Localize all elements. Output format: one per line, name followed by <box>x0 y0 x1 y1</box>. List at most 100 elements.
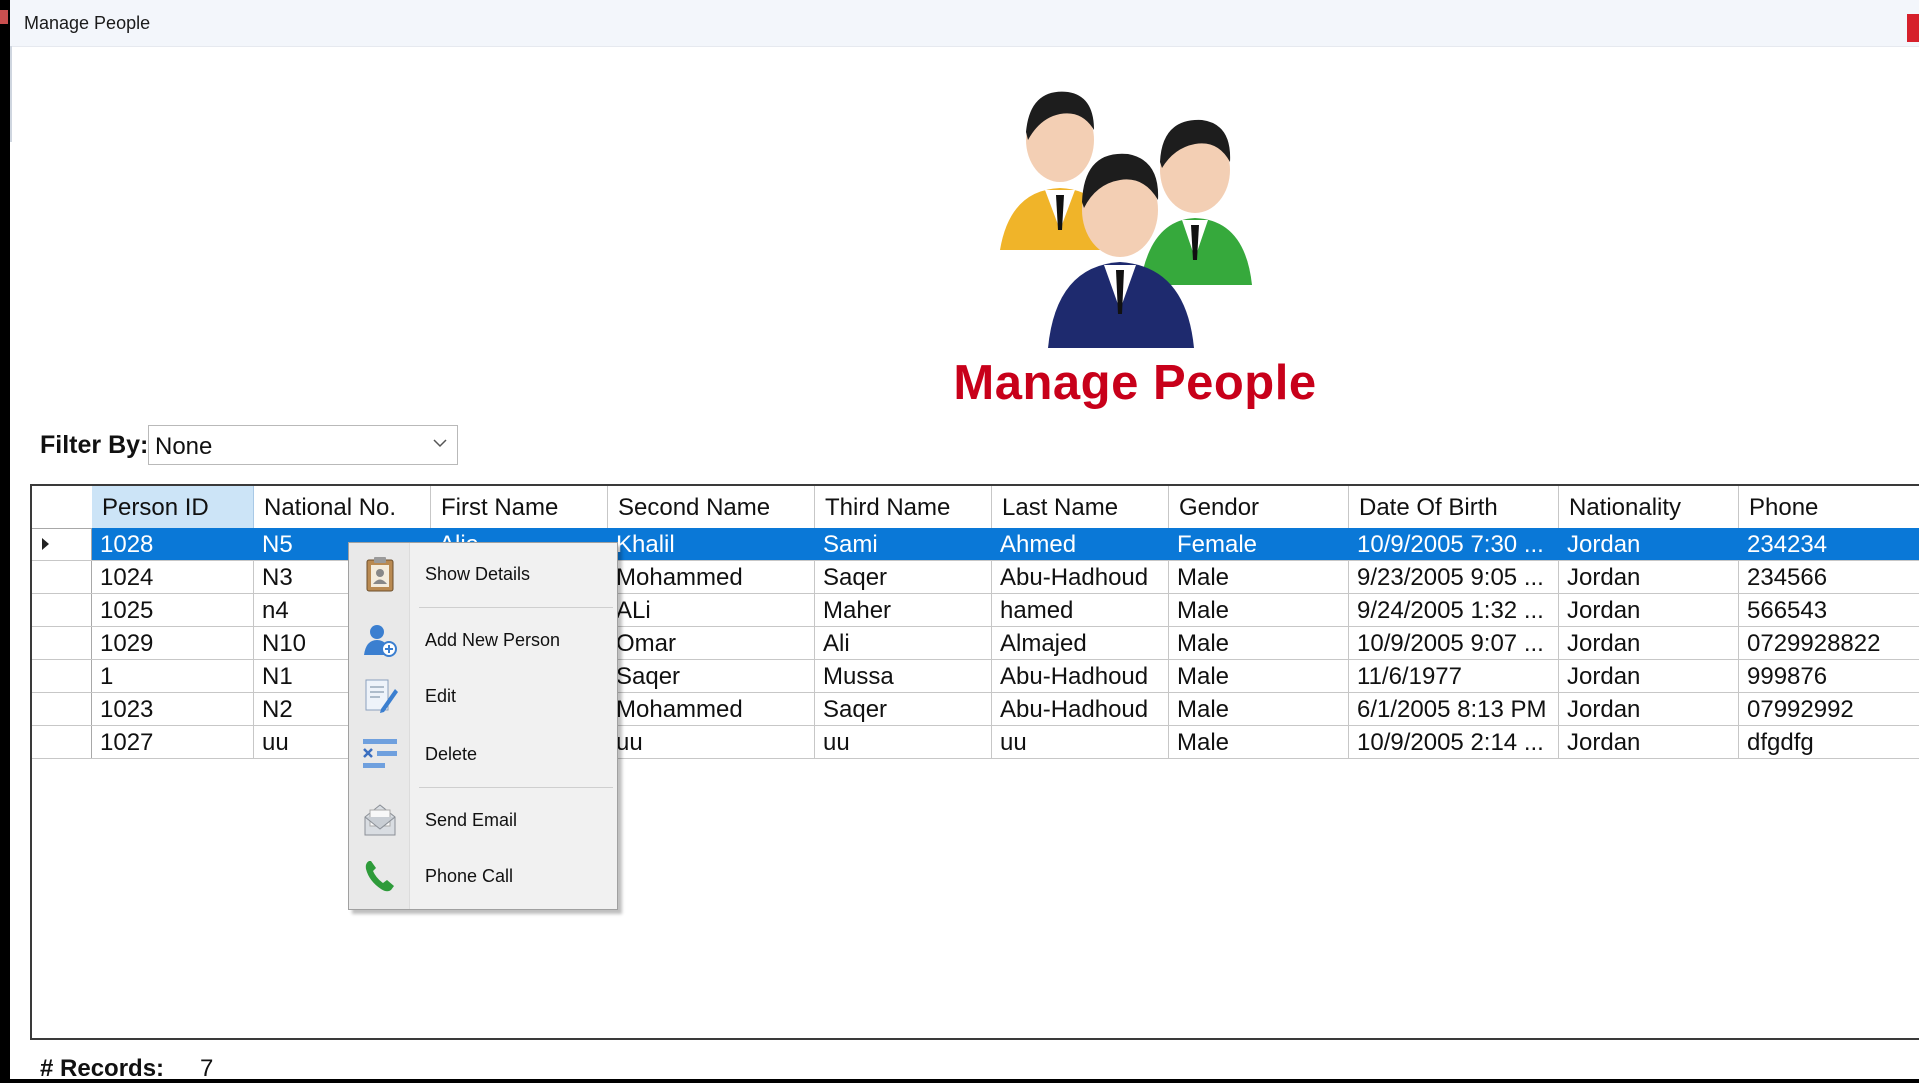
close-button[interactable] <box>1907 14 1919 42</box>
cell-nationality[interactable]: Jordan <box>1559 627 1739 659</box>
cell-second-name[interactable]: Mohammed <box>608 561 815 593</box>
cell-second-name[interactable]: Khalil <box>608 528 815 560</box>
filter-dropdown[interactable]: None <box>148 425 458 465</box>
row-header[interactable] <box>32 726 92 758</box>
cell-date-of-birth[interactable]: 11/6/1977 <box>1349 660 1559 692</box>
window-edge <box>10 46 12 142</box>
col-second-name[interactable]: Second Name <box>608 486 815 528</box>
cell-last-name[interactable]: Abu-Hadhoud <box>992 660 1169 692</box>
cell-second-name[interactable]: uu <box>608 726 815 758</box>
menu-item-show-details[interactable]: Show Details <box>349 549 617 599</box>
col-third-name[interactable]: Third Name <box>815 486 992 528</box>
cell-last-name[interactable]: uu <box>992 726 1169 758</box>
cell-person-id[interactable]: 1025 <box>92 594 254 626</box>
cell-phone[interactable]: 999876 <box>1739 660 1919 692</box>
cell-second-name[interactable]: Mohammed <box>608 693 815 725</box>
cell-third-name[interactable]: Ali <box>815 627 992 659</box>
cell-third-name[interactable]: Saqer <box>815 693 992 725</box>
cell-last-name[interactable]: Abu-Hadhoud <box>992 561 1169 593</box>
window-title: Manage People <box>24 13 151 33</box>
cell-third-name[interactable]: Sami <box>815 528 992 560</box>
cell-gendor[interactable]: Male <box>1169 660 1349 692</box>
people-grid[interactable]: Person ID National No. First Name Second… <box>30 484 1919 1040</box>
edit-document-icon <box>365 679 398 713</box>
cell-date-of-birth[interactable]: 9/23/2005 9:05 ... <box>1349 561 1559 593</box>
cell-last-name[interactable]: Almajed <box>992 627 1169 659</box>
cell-person-id[interactable]: 1028 <box>92 528 254 560</box>
cell-phone[interactable]: 0729928822 <box>1739 627 1919 659</box>
table-row[interactable]: 1 N1 Saqer Mussa Abu-Hadhoud Male 11/6/1977 Jor… <box>32 660 1919 693</box>
current-row-arrow-icon <box>42 538 49 550</box>
cell-nationality[interactable]: Jordan <box>1559 528 1739 560</box>
filter-label: Filter By: <box>40 431 149 459</box>
menu-item-edit[interactable]: Edit <box>349 671 617 721</box>
cell-second-name[interactable]: Omar <box>608 627 815 659</box>
cell-second-name[interactable]: Saqer <box>608 660 815 692</box>
cell-last-name[interactable]: Ahmed <box>992 528 1169 560</box>
cell-gendor[interactable]: Male <box>1169 594 1349 626</box>
cell-phone[interactable]: dfgdfg <box>1739 726 1919 758</box>
cell-gendor[interactable]: Male <box>1169 561 1349 593</box>
col-last-name[interactable]: Last Name <box>992 486 1169 528</box>
row-header[interactable] <box>32 627 92 659</box>
table-row[interactable]: 1025 n4 ALi Maher hamed Male 9/24/2005 1:32 ..… <box>32 594 1919 627</box>
cell-nationality[interactable]: Jordan <box>1559 660 1739 692</box>
row-header[interactable] <box>32 528 92 560</box>
cell-third-name[interactable]: Saqer <box>815 561 992 593</box>
cell-nationality[interactable]: Jordan <box>1559 693 1739 725</box>
cell-phone[interactable]: 07992992 <box>1739 693 1919 725</box>
cell-phone[interactable]: 566543 <box>1739 594 1919 626</box>
table-row[interactable]: 1029 N10 Omar Ali Almajed Male 10/9/2005 9:07 … <box>32 627 1919 660</box>
col-person-id[interactable]: Person ID <box>92 486 254 528</box>
cell-date-of-birth[interactable]: 10/9/2005 9:07 ... <box>1349 627 1559 659</box>
cell-third-name[interactable]: uu <box>815 726 992 758</box>
menu-item-delete[interactable]: Delete <box>349 729 617 779</box>
menu-item-add-new-person[interactable]: Add New Person <box>349 615 617 665</box>
row-header[interactable] <box>32 693 92 725</box>
cell-date-of-birth[interactable]: 10/9/2005 7:30 ... <box>1349 528 1559 560</box>
delete-icon <box>363 739 397 768</box>
cell-gendor[interactable]: Male <box>1169 726 1349 758</box>
row-header[interactable] <box>32 594 92 626</box>
row-header[interactable] <box>32 561 92 593</box>
cell-nationality[interactable]: Jordan <box>1559 594 1739 626</box>
col-nationality[interactable]: Nationality <box>1559 486 1739 528</box>
menu-item-phone-call[interactable]: Phone Call <box>349 851 617 901</box>
people-group-icon <box>1000 91 1252 348</box>
col-first-name[interactable]: First Name <box>431 486 608 528</box>
col-phone[interactable]: Phone <box>1739 486 1919 528</box>
cell-gendor[interactable]: Female <box>1169 528 1349 560</box>
title-bar[interactable]: Manage People <box>10 0 1919 47</box>
cell-second-name[interactable]: ALi <box>608 594 815 626</box>
cell-phone[interactable]: 234566 <box>1739 561 1919 593</box>
cell-nationality[interactable]: Jordan <box>1559 726 1739 758</box>
cell-gendor[interactable]: Male <box>1169 627 1349 659</box>
table-row[interactable]: 1024 N3 Mohammed Saqer Abu-Hadhoud Male 9/23/2… <box>32 561 1919 594</box>
cell-nationality[interactable]: Jordan <box>1559 561 1739 593</box>
col-gendor[interactable]: Gendor <box>1169 486 1349 528</box>
cell-third-name[interactable]: Maher <box>815 594 992 626</box>
cell-phone[interactable]: 234234 <box>1739 528 1919 560</box>
cell-last-name[interactable]: Abu-Hadhoud <box>992 693 1169 725</box>
cell-date-of-birth[interactable]: 9/24/2005 1:32 ... <box>1349 594 1559 626</box>
cell-date-of-birth[interactable]: 6/1/2005 8:13 PM <box>1349 693 1559 725</box>
cell-person-id[interactable]: 1023 <box>92 693 254 725</box>
cell-person-id[interactable]: 1024 <box>92 561 254 593</box>
context-menu: Show Details Add New Person Edit Delete … <box>348 542 618 910</box>
cell-person-id[interactable]: 1029 <box>92 627 254 659</box>
table-row[interactable]: 1027 uu uu uu uu Male 10/9/2005 2:14 ... Jordan… <box>32 726 1919 759</box>
table-row[interactable]: 1028N5AliaKhalilSamiAhmedFemale10/9/2005… <box>32 528 1919 561</box>
cell-last-name[interactable]: hamed <box>992 594 1169 626</box>
row-header[interactable] <box>32 660 92 692</box>
manage-people-window: Manage People Manage People Filter By: N… <box>0 0 1919 1082</box>
cell-third-name[interactable]: Mussa <box>815 660 992 692</box>
cell-person-id[interactable]: 1027 <box>92 726 254 758</box>
menu-item-send-email[interactable]: Send Email <box>349 795 617 845</box>
cell-date-of-birth[interactable]: 10/9/2005 2:14 ... <box>1349 726 1559 758</box>
col-national-no[interactable]: National No. <box>254 486 431 528</box>
menu-separator <box>419 607 613 608</box>
table-row[interactable]: 1023 N2 Mohammed Saqer Abu-Hadhoud Male 6/1/20… <box>32 693 1919 726</box>
cell-person-id[interactable]: 1 <box>92 660 254 692</box>
col-date-of-birth[interactable]: Date Of Birth <box>1349 486 1559 528</box>
cell-gendor[interactable]: Male <box>1169 693 1349 725</box>
